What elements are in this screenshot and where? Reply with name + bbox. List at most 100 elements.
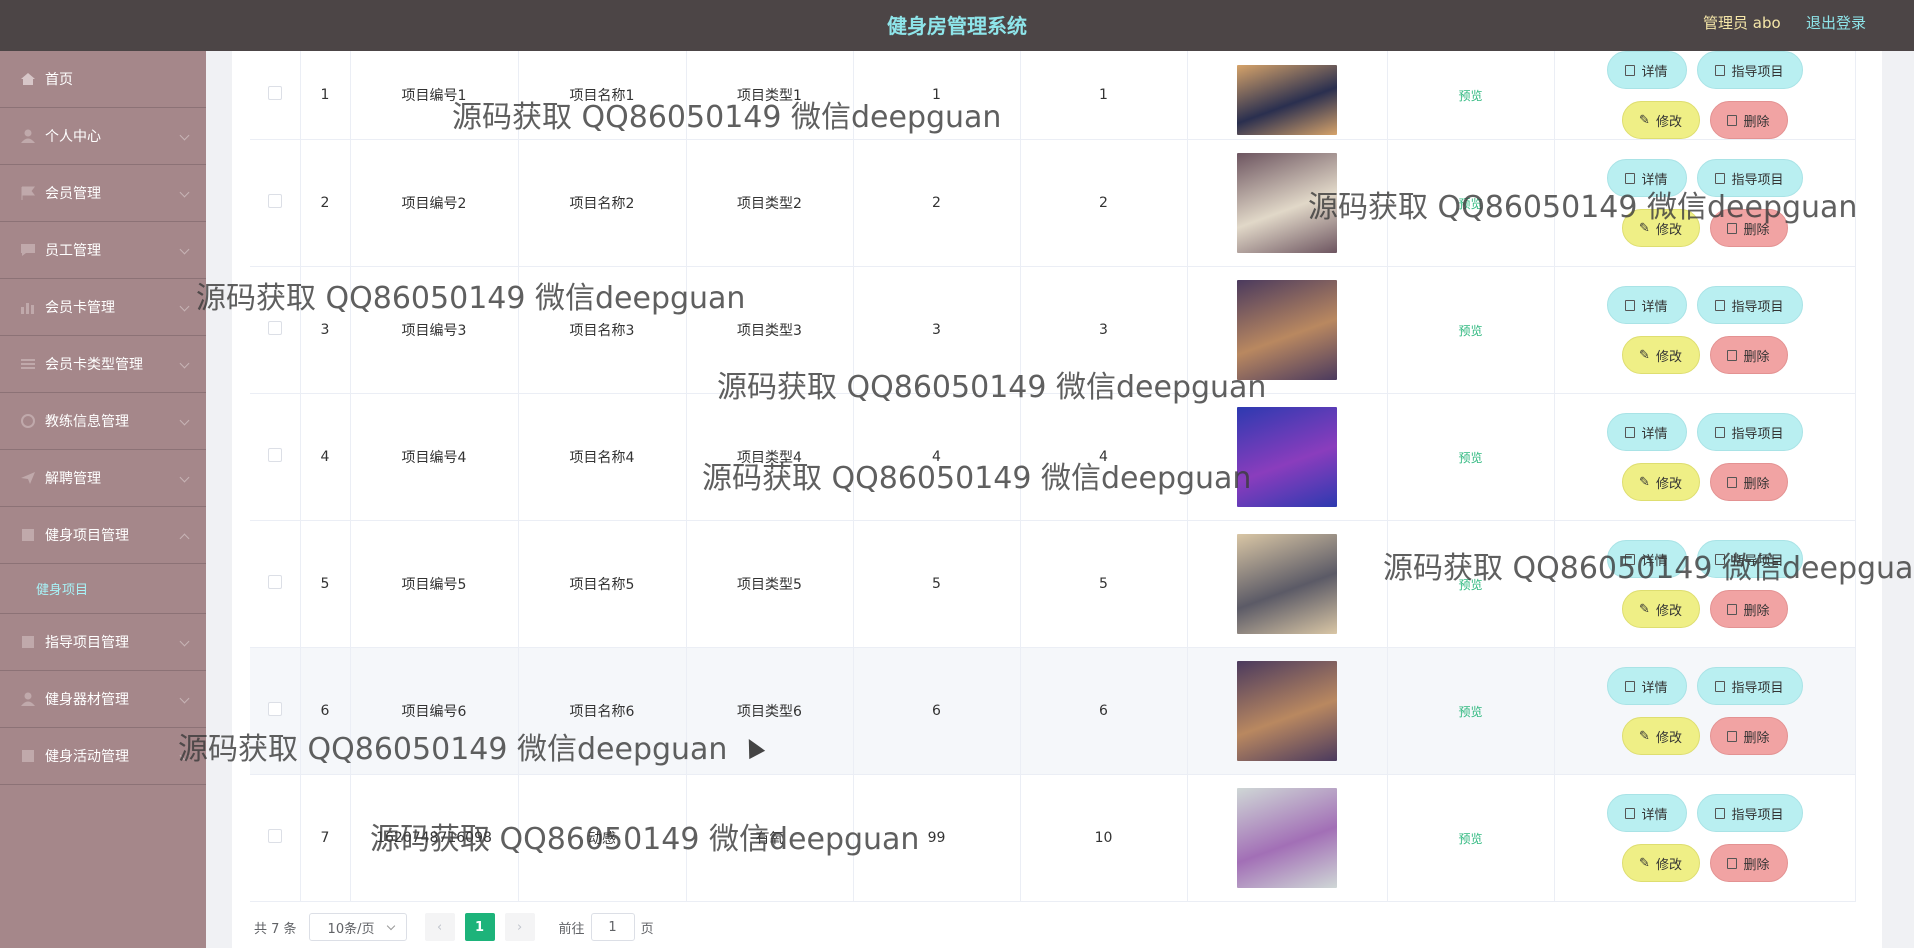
row-checkbox[interactable]	[267, 194, 282, 208]
preview-link[interactable]: 预览	[1458, 197, 1482, 211]
image-cell	[1187, 266, 1388, 394]
code-cell: 项目编号2	[350, 139, 519, 267]
chevron-down-icon	[179, 358, 190, 369]
guide-project-button[interactable]: 指导项目	[1696, 159, 1803, 197]
delete-button[interactable]: 删除	[1709, 844, 1788, 882]
project-image[interactable]	[1237, 534, 1337, 634]
guide-project-button[interactable]: 指导项目	[1696, 794, 1803, 832]
prev-page-button[interactable]: ‹	[424, 913, 455, 941]
sidebar-item-card-types[interactable]: 会员卡类型管理	[0, 336, 206, 393]
sidebar-item-profile[interactable]: 个人中心	[0, 108, 206, 165]
edit-button[interactable]: ✎ 修改	[1621, 336, 1700, 374]
sidebar-item-coaches[interactable]: 教练信息管理	[0, 393, 206, 450]
project-image[interactable]	[1237, 661, 1337, 761]
page-size-select[interactable]: 10条/页	[308, 913, 407, 941]
page-button-1[interactable]: 1	[464, 913, 495, 941]
document-icon	[1625, 64, 1636, 76]
guide-project-button[interactable]: 指导项目	[1696, 667, 1803, 705]
edit-button[interactable]: ✎ 修改	[1621, 844, 1700, 882]
detail-button[interactable]: 详情	[1606, 159, 1687, 197]
name-cell: 动感	[518, 774, 687, 902]
app-title: 健身房管理系统	[887, 14, 1027, 38]
project-image[interactable]	[1237, 788, 1337, 888]
trash-icon	[1727, 730, 1738, 742]
chevron-up-icon	[179, 533, 190, 544]
table-row: 2 项目编号2 项目名称2 项目类型2 2 2 预览 详情 指导项目 ✎ 修改 删除	[250, 139, 1856, 267]
delete-label: 删除	[1743, 222, 1770, 238]
preview-cell: 预览	[1387, 51, 1555, 140]
row-checkbox[interactable]	[267, 575, 282, 589]
detail-button[interactable]: 详情	[1606, 286, 1687, 324]
next-page-button[interactable]: ›	[504, 913, 535, 941]
project-image[interactable]	[1237, 153, 1337, 253]
document-icon	[1625, 807, 1636, 819]
row-checkbox[interactable]	[267, 702, 282, 716]
preview-link[interactable]: 预览	[1458, 705, 1482, 719]
goto-page-input[interactable]	[590, 913, 635, 941]
sidebar-item-member-cards[interactable]: 会员卡管理	[0, 279, 206, 336]
project-image[interactable]	[1237, 280, 1337, 380]
edit-button[interactable]: ✎ 修改	[1621, 463, 1700, 501]
edit-button[interactable]: ✎ 修改	[1621, 717, 1700, 755]
guide-project-button[interactable]: 指导项目	[1696, 51, 1803, 89]
preview-link[interactable]: 预览	[1458, 832, 1482, 846]
image-cell	[1187, 51, 1388, 140]
delete-button[interactable]: 删除	[1709, 463, 1788, 501]
delete-button[interactable]: 删除	[1709, 717, 1788, 755]
index-cell: 5	[300, 520, 351, 648]
row-checkbox[interactable]	[267, 86, 282, 100]
edit-button[interactable]: ✎ 修改	[1621, 590, 1700, 628]
flag-icon	[20, 186, 36, 200]
edit-label: 修改	[1655, 603, 1682, 619]
delete-button[interactable]: 删除	[1709, 336, 1788, 374]
delete-button[interactable]: 删除	[1709, 209, 1788, 247]
row-checkbox[interactable]	[267, 321, 282, 335]
project-image[interactable]	[1237, 407, 1337, 507]
sidebar-item-members[interactable]: 会员管理	[0, 165, 206, 222]
delete-button[interactable]: 删除	[1709, 590, 1788, 628]
table-row: 4 项目编号4 项目名称4 项目类型4 4 4 预览 详情 指导项目 ✎ 修改 删除	[250, 393, 1856, 521]
sidebar-item-activities[interactable]: 健身活动管理	[0, 728, 206, 785]
sidebar-item-guidance[interactable]: 指导项目管理	[0, 614, 206, 671]
index-cell: 1	[300, 51, 351, 140]
row-checkbox[interactable]	[267, 829, 282, 843]
code-cell: 1620748716098	[350, 774, 519, 902]
sidebar-subitem-fitness-project[interactable]: 健身项目	[0, 564, 206, 614]
detail-button[interactable]: 详情	[1606, 51, 1687, 89]
project-image[interactable]	[1237, 65, 1337, 135]
sidebar-item-home[interactable]: 首页	[0, 51, 206, 108]
guide-project-button[interactable]: 指导项目	[1696, 540, 1803, 578]
row-select-cell	[250, 647, 301, 775]
sidebar-item-dismissal[interactable]: 解聘管理	[0, 450, 206, 507]
edit-button[interactable]: ✎ 修改	[1621, 101, 1700, 139]
sidebar-item-label: 会员管理	[45, 186, 101, 202]
detail-button[interactable]: 详情	[1606, 667, 1687, 705]
document-icon	[1625, 680, 1636, 692]
edit-button[interactable]: ✎ 修改	[1621, 209, 1700, 247]
preview-link[interactable]: 预览	[1458, 578, 1482, 592]
detail-button[interactable]: 详情	[1606, 540, 1687, 578]
detail-label: 详情	[1641, 172, 1668, 188]
chat-icon	[20, 243, 36, 257]
name-cell: 项目名称6	[518, 647, 687, 775]
row-checkbox[interactable]	[267, 448, 282, 462]
preview-link[interactable]: 预览	[1458, 451, 1482, 465]
detail-button[interactable]: 详情	[1606, 794, 1687, 832]
guide-label: 指导项目	[1731, 680, 1784, 696]
preview-cell: 预览	[1387, 393, 1555, 521]
row-select-cell	[250, 266, 301, 394]
guide-project-button[interactable]: 指导项目	[1696, 286, 1803, 324]
sidebar-item-staff[interactable]: 员工管理	[0, 222, 206, 279]
preview-link[interactable]: 预览	[1458, 89, 1482, 103]
sidebar-item-fitness-projects[interactable]: 健身项目管理	[0, 507, 206, 564]
edit-label: 修改	[1655, 857, 1682, 873]
document-icon	[1625, 426, 1636, 438]
delete-button[interactable]: 删除	[1709, 101, 1788, 139]
detail-button[interactable]: 详情	[1606, 413, 1687, 451]
sidebar-item-equipment[interactable]: 健身器材管理	[0, 671, 206, 728]
trash-icon	[1727, 222, 1738, 234]
guide-project-button[interactable]: 指导项目	[1696, 413, 1803, 451]
logout-link[interactable]: 退出登录	[1806, 12, 1866, 33]
detail-label: 详情	[1641, 426, 1668, 442]
preview-link[interactable]: 预览	[1458, 324, 1482, 338]
